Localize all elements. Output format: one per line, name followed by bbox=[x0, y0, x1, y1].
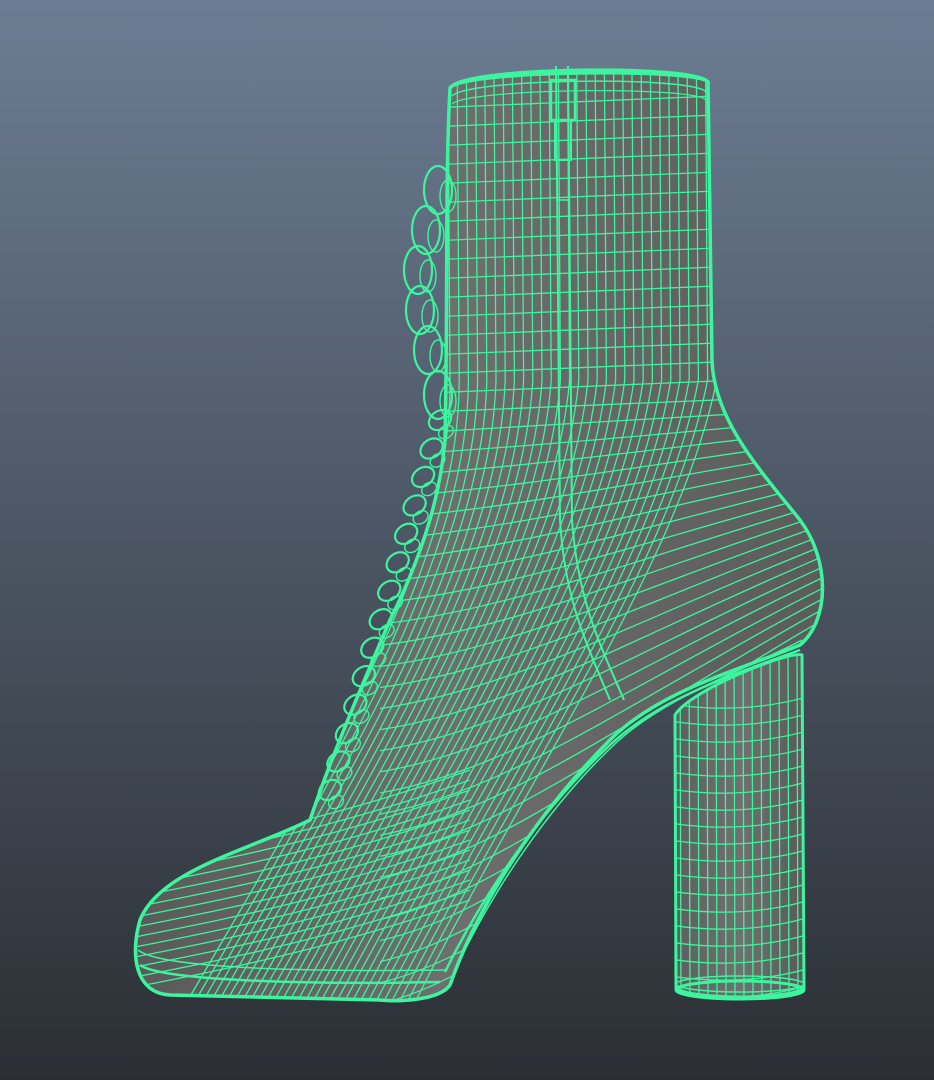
viewport-canvas[interactable] bbox=[0, 0, 934, 1080]
viewport-panel[interactable] bbox=[0, 0, 934, 1080]
